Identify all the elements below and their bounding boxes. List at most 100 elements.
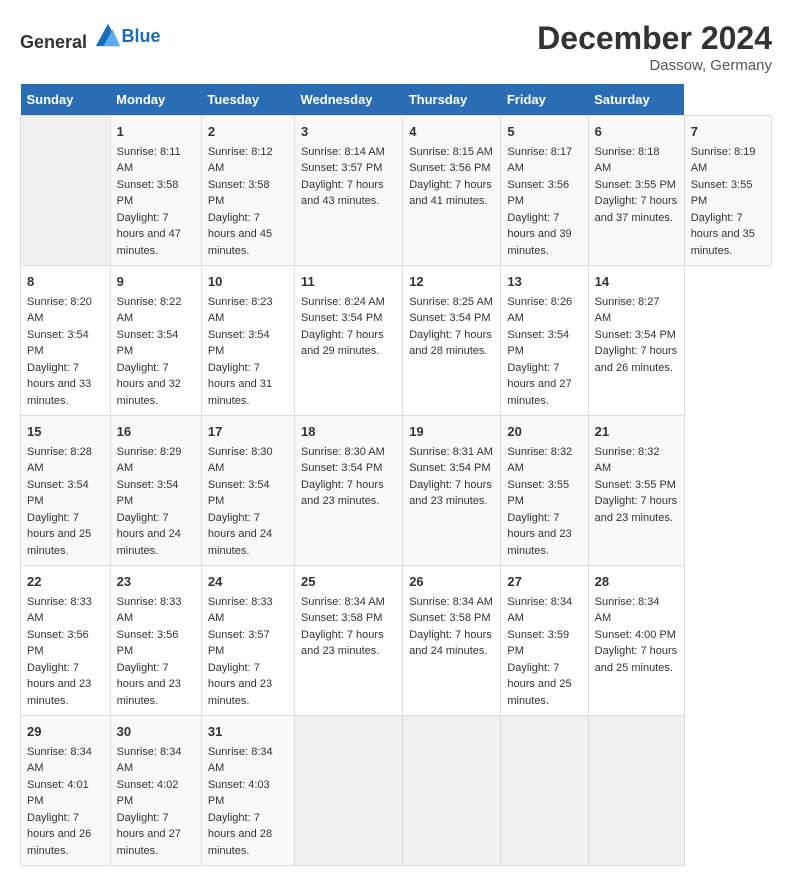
day-number: 12 (409, 272, 494, 292)
sunset-text: Sunset: 3:54 PM (507, 329, 569, 358)
sunset-text: Sunset: 3:55 PM (691, 179, 753, 208)
sunrise-text: Sunrise: 8:25 AM (409, 296, 493, 308)
title-block: December 2024 Dassow, Germany (537, 20, 772, 74)
calendar-cell (21, 116, 111, 266)
sunrise-text: Sunrise: 8:14 AM (301, 146, 385, 158)
calendar-cell: 7Sunrise: 8:19 AMSunset: 3:55 PMDaylight… (684, 116, 771, 266)
daylight-text: Daylight: 7 hours and 47 minutes. (117, 212, 181, 257)
calendar-cell: 28Sunrise: 8:34 AMSunset: 4:00 PMDayligh… (588, 566, 684, 716)
day-number: 23 (117, 572, 195, 592)
daylight-text: Daylight: 7 hours and 23 minutes. (595, 495, 678, 524)
sunrise-text: Sunrise: 8:34 AM (301, 596, 385, 608)
sunset-text: Sunset: 3:58 PM (117, 179, 179, 208)
calendar-cell: 27Sunrise: 8:34 AMSunset: 3:59 PMDayligh… (501, 566, 588, 716)
sunrise-text: Sunrise: 8:32 AM (507, 446, 572, 475)
calendar-header-row: SundayMondayTuesdayWednesdayThursdayFrid… (21, 84, 772, 116)
week-row-1: 1Sunrise: 8:11 AMSunset: 3:58 PMDaylight… (21, 116, 772, 266)
day-number: 11 (301, 272, 396, 292)
sunrise-text: Sunrise: 8:11 AM (117, 146, 181, 175)
week-row-5: 29Sunrise: 8:34 AMSunset: 4:01 PMDayligh… (21, 716, 772, 866)
day-number: 10 (208, 272, 288, 292)
daylight-text: Daylight: 7 hours and 23 minutes. (301, 479, 384, 508)
page-header: General Blue December 2024 Dassow, Germa… (20, 20, 772, 74)
calendar-cell: 13Sunrise: 8:26 AMSunset: 3:54 PMDayligh… (501, 266, 588, 416)
sunrise-text: Sunrise: 8:32 AM (595, 446, 660, 475)
daylight-text: Daylight: 7 hours and 28 minutes. (208, 812, 272, 857)
day-number: 18 (301, 422, 396, 442)
daylight-text: Daylight: 7 hours and 25 minutes. (507, 662, 571, 707)
daylight-text: Daylight: 7 hours and 26 minutes. (27, 812, 91, 857)
daylight-text: Daylight: 7 hours and 23 minutes. (301, 629, 384, 658)
calendar-cell: 5Sunrise: 8:17 AMSunset: 3:56 PMDaylight… (501, 116, 588, 266)
daylight-text: Daylight: 7 hours and 23 minutes. (409, 479, 492, 508)
sunset-text: Sunset: 4:01 PM (27, 779, 89, 808)
day-header-thursday: Thursday (403, 84, 501, 116)
calendar-cell: 1Sunrise: 8:11 AMSunset: 3:58 PMDaylight… (110, 116, 201, 266)
sunset-text: Sunset: 3:58 PM (208, 179, 270, 208)
daylight-text: Daylight: 7 hours and 37 minutes. (595, 195, 678, 224)
calendar-cell: 31Sunrise: 8:34 AMSunset: 4:03 PMDayligh… (201, 716, 294, 866)
calendar-cell: 3Sunrise: 8:14 AMSunset: 3:57 PMDaylight… (295, 116, 403, 266)
sunrise-text: Sunrise: 8:20 AM (27, 296, 92, 325)
calendar-cell: 26Sunrise: 8:34 AMSunset: 3:58 PMDayligh… (403, 566, 501, 716)
day-number: 8 (27, 272, 104, 292)
sunset-text: Sunset: 3:54 PM (208, 479, 270, 508)
sunrise-text: Sunrise: 8:34 AM (117, 746, 182, 775)
sunset-text: Sunset: 3:56 PM (117, 629, 179, 658)
sunrise-text: Sunrise: 8:31 AM (409, 446, 493, 458)
sunrise-text: Sunrise: 8:18 AM (595, 146, 660, 175)
calendar-cell: 21Sunrise: 8:32 AMSunset: 3:55 PMDayligh… (588, 416, 684, 566)
sunrise-text: Sunrise: 8:12 AM (208, 146, 273, 175)
day-number: 26 (409, 572, 494, 592)
day-number: 30 (117, 722, 195, 742)
sunset-text: Sunset: 3:54 PM (27, 479, 89, 508)
sunset-text: Sunset: 3:55 PM (595, 479, 676, 491)
daylight-text: Daylight: 7 hours and 23 minutes. (507, 512, 571, 557)
daylight-text: Daylight: 7 hours and 41 minutes. (409, 179, 492, 208)
sunrise-text: Sunrise: 8:28 AM (27, 446, 92, 475)
calendar-cell: 29Sunrise: 8:34 AMSunset: 4:01 PMDayligh… (21, 716, 111, 866)
sunrise-text: Sunrise: 8:34 AM (27, 746, 92, 775)
subtitle: Dassow, Germany (537, 57, 772, 74)
calendar-table: SundayMondayTuesdayWednesdayThursdayFrid… (20, 84, 772, 866)
sunset-text: Sunset: 3:59 PM (507, 629, 569, 658)
daylight-text: Daylight: 7 hours and 23 minutes. (208, 662, 272, 707)
sunset-text: Sunset: 3:57 PM (301, 162, 382, 174)
day-number: 28 (595, 572, 678, 592)
main-title: December 2024 (537, 20, 772, 57)
sunrise-text: Sunrise: 8:33 AM (117, 596, 182, 625)
logo-icon (94, 20, 122, 48)
sunset-text: Sunset: 3:54 PM (595, 329, 676, 341)
daylight-text: Daylight: 7 hours and 26 minutes. (595, 345, 678, 374)
sunrise-text: Sunrise: 8:26 AM (507, 296, 572, 325)
sunset-text: Sunset: 3:56 PM (507, 179, 569, 208)
daylight-text: Daylight: 7 hours and 24 minutes. (208, 512, 272, 557)
daylight-text: Daylight: 7 hours and 24 minutes. (409, 629, 492, 658)
day-number: 13 (507, 272, 581, 292)
sunset-text: Sunset: 3:56 PM (27, 629, 89, 658)
calendar-cell: 23Sunrise: 8:33 AMSunset: 3:56 PMDayligh… (110, 566, 201, 716)
week-row-2: 8 Sunrise: 8:20 AM Sunset: 3:54 PM Daylight… (21, 266, 772, 416)
calendar-cell: 12Sunrise: 8:25 AMSunset: 3:54 PMDayligh… (403, 266, 501, 416)
day-header-sunday: Sunday (21, 84, 111, 116)
sunset-text: Sunset: 4:00 PM (595, 629, 676, 641)
calendar-cell: 9Sunrise: 8:22 AMSunset: 3:54 PMDaylight… (110, 266, 201, 416)
calendar-cell: 25Sunrise: 8:34 AMSunset: 3:58 PMDayligh… (295, 566, 403, 716)
week-row-4: 22 Sunrise: 8:33 AM Sunset: 3:56 PM Dayligh… (21, 566, 772, 716)
day-number: 22 (27, 572, 104, 592)
day-header-wednesday: Wednesday (295, 84, 403, 116)
day-number: 17 (208, 422, 288, 442)
sunrise-text: Sunrise: 8:15 AM (409, 146, 493, 158)
sunrise-text: Sunrise: 8:17 AM (507, 146, 572, 175)
sunset-text: Sunset: 3:55 PM (507, 479, 569, 508)
sunrise-text: Sunrise: 8:33 AM (208, 596, 273, 625)
day-number: 3 (301, 122, 396, 142)
daylight-text: Daylight: 7 hours and 31 minutes. (208, 362, 272, 407)
calendar-cell: 16Sunrise: 8:29 AMSunset: 3:54 PMDayligh… (110, 416, 201, 566)
daylight-text: Daylight: 7 hours and 35 minutes. (691, 212, 755, 257)
logo-general: General (20, 20, 122, 53)
sunset-text: Sunset: 3:54 PM (208, 329, 270, 358)
sunset-text: Sunset: 3:54 PM (301, 312, 382, 324)
calendar-cell: 30Sunrise: 8:34 AMSunset: 4:02 PMDayligh… (110, 716, 201, 866)
sunrise-text: Sunrise: 8:34 AM (409, 596, 493, 608)
